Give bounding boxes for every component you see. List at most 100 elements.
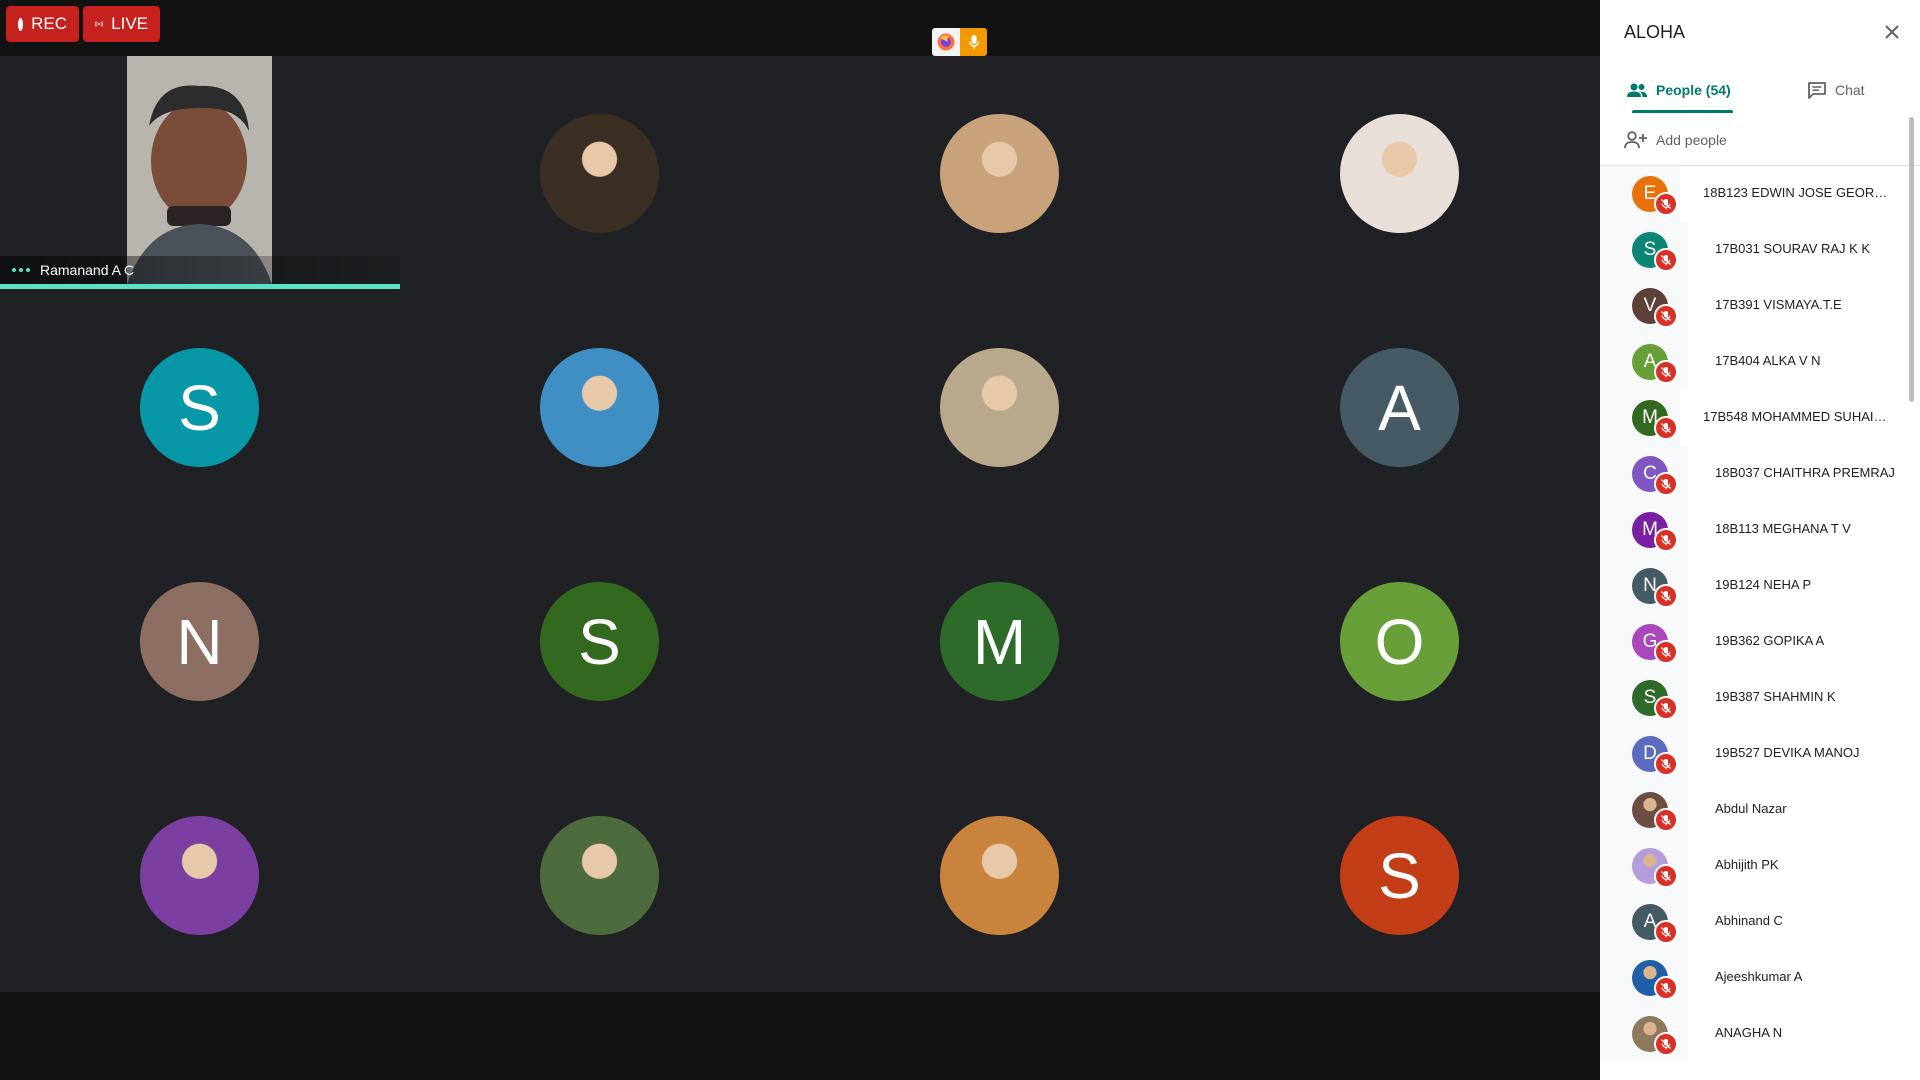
row-highlight	[1680, 166, 1698, 222]
mic-muted-icon	[1654, 864, 1678, 888]
participant-row[interactable]: G 19B362 GOPIKA A	[1600, 614, 1920, 670]
participant-avatar: O	[1340, 582, 1459, 701]
participant-photo	[1340, 114, 1459, 233]
sharing-indicator[interactable]	[932, 28, 987, 56]
record-dot-icon	[18, 17, 24, 31]
speaker-name-bar: Ramanand A C	[0, 256, 400, 284]
participant-row[interactable]: C 18B037 CHAITHRA PREMRAJ	[1600, 446, 1920, 502]
people-icon	[1627, 83, 1647, 97]
mic-muted-icon	[1654, 192, 1678, 216]
participant-tile[interactable]: S	[1200, 758, 1600, 992]
participant-name: Abhijith PK	[1715, 857, 1779, 872]
participant-tile[interactable]	[400, 758, 800, 992]
participant-name: 19B362 GOPIKA A	[1715, 633, 1825, 648]
live-label: LIVE	[111, 14, 148, 33]
participant-name: 17B031 SOURAV RAJ K K	[1715, 241, 1871, 256]
participant-photo	[540, 348, 659, 467]
participant-name: 19B124 NEHA P	[1715, 577, 1812, 592]
participant-avatar: A	[1340, 348, 1459, 467]
meeting-title: ALOHA	[1624, 22, 1686, 42]
participant-row[interactable]: M 17B548 MOHAMMED SUHAIL ...	[1600, 390, 1920, 446]
participant-name: 18B123 EDWIN JOSE GEORGE ...	[1703, 185, 1888, 200]
participant-tile[interactable]: S	[400, 524, 800, 758]
add-people-button[interactable]: Add people	[1624, 124, 1727, 156]
participant-name: 18B037 CHAITHRA PREMRAJ	[1715, 465, 1895, 480]
participant-row[interactable]: Abhijith PK	[1600, 838, 1920, 894]
participant-avatar: M	[940, 582, 1059, 701]
row-highlight	[1680, 390, 1698, 446]
participant-row[interactable]: V 17B391 VISMAYA.T.E	[1600, 278, 1920, 334]
participant-name: 17B404 ALKA V N	[1715, 353, 1821, 368]
participant-photo	[940, 816, 1059, 935]
participant-name: 17B391 VISMAYA.T.E	[1715, 297, 1842, 312]
participant-tile[interactable]	[0, 758, 400, 992]
mic-muted-icon	[1654, 248, 1678, 272]
participant-name: Ajeeshkumar A	[1715, 969, 1803, 984]
more-options-icon[interactable]	[12, 268, 30, 272]
participant-row[interactable]: A 17B404 ALKA V N	[1600, 334, 1920, 390]
top-bar: REC LIVE	[0, 0, 1600, 56]
side-panel: ALOHA People (54) Chat Add people E 18B1…	[1600, 0, 1920, 1080]
participant-name: Abdul Nazar	[1715, 801, 1787, 816]
participant-row[interactable]: ANAGHA N	[1600, 1006, 1920, 1062]
participant-name: 19B527 DEVIKA MANOJ	[1715, 745, 1860, 760]
participant-avatar: S	[540, 582, 659, 701]
participant-tile[interactable]: O	[1200, 524, 1600, 758]
participant-row[interactable]: Ajeeshkumar A	[1600, 950, 1920, 1006]
participant-tile[interactable]	[800, 758, 1200, 992]
close-panel-button[interactable]	[1880, 20, 1904, 44]
participant-tile[interactable]: S	[0, 290, 400, 524]
mic-active-icon	[960, 28, 987, 56]
participant-row[interactable]: A Abhinand C	[1600, 894, 1920, 950]
participant-list-scrollbar[interactable]	[1909, 117, 1914, 402]
participant-name: 18B113 MEGHANA T V	[1715, 521, 1851, 536]
participant-list: E 18B123 EDWIN JOSE GEORGE ... S 17B031 SOU…	[1600, 166, 1920, 1062]
mic-muted-icon	[1654, 696, 1678, 720]
participant-row[interactable]: D 19B527 DEVIKA MANOJ	[1600, 726, 1920, 782]
chat-icon	[1808, 82, 1826, 99]
participant-avatar: S	[1340, 816, 1459, 935]
close-icon	[1885, 25, 1899, 39]
active-tab-indicator	[1632, 110, 1733, 113]
participant-tile[interactable]	[400, 290, 800, 524]
tab-chat-label: Chat	[1835, 82, 1865, 98]
tab-people[interactable]: People (54)	[1626, 68, 1731, 112]
browser-icon	[932, 28, 960, 56]
mic-muted-icon	[1654, 920, 1678, 944]
participant-tile[interactable]	[1200, 56, 1600, 290]
participant-tile[interactable]	[400, 56, 800, 290]
broadcast-icon	[95, 21, 104, 27]
tab-chat[interactable]: Chat	[1807, 68, 1865, 112]
participant-photo	[540, 816, 659, 935]
participant-row[interactable]: Abdul Nazar	[1600, 782, 1920, 838]
participant-name: Abhinand C	[1715, 913, 1783, 928]
participant-name: 19B387 SHAHMIN K	[1715, 689, 1836, 704]
participant-tile[interactable]: A	[1200, 290, 1600, 524]
mic-muted-icon	[1654, 976, 1678, 1000]
mic-muted-icon	[1654, 304, 1678, 328]
add-people-label: Add people	[1656, 132, 1727, 148]
mic-muted-icon	[1654, 472, 1678, 496]
participant-row[interactable]: M 18B113 MEGHANA T V	[1600, 502, 1920, 558]
participant-tile[interactable]: N	[0, 524, 400, 758]
participant-photo	[940, 114, 1059, 233]
mic-muted-icon	[1654, 808, 1678, 832]
participant-tile[interactable]	[800, 290, 1200, 524]
speaker-video-tile[interactable]: Ramanand A C	[0, 56, 400, 290]
participant-row[interactable]: S 17B031 SOURAV RAJ K K	[1600, 222, 1920, 278]
participant-row[interactable]: E 18B123 EDWIN JOSE GEORGE ...	[1600, 166, 1920, 222]
mic-muted-icon	[1654, 584, 1678, 608]
speaker-name: Ramanand A C	[40, 262, 135, 278]
mic-muted-icon	[1654, 360, 1678, 384]
participant-avatar: N	[140, 582, 259, 701]
participant-photo	[140, 816, 259, 935]
participant-tile[interactable]	[800, 56, 1200, 290]
tab-people-label: People (54)	[1656, 82, 1731, 98]
mic-muted-icon	[1654, 1032, 1678, 1056]
participant-photo	[940, 348, 1059, 467]
participant-row[interactable]: N 19B124 NEHA P	[1600, 558, 1920, 614]
participant-tile[interactable]: M	[800, 524, 1200, 758]
participant-photo	[540, 114, 659, 233]
recording-badge: REC	[6, 6, 79, 42]
participant-row[interactable]: S 19B387 SHAHMIN K	[1600, 670, 1920, 726]
